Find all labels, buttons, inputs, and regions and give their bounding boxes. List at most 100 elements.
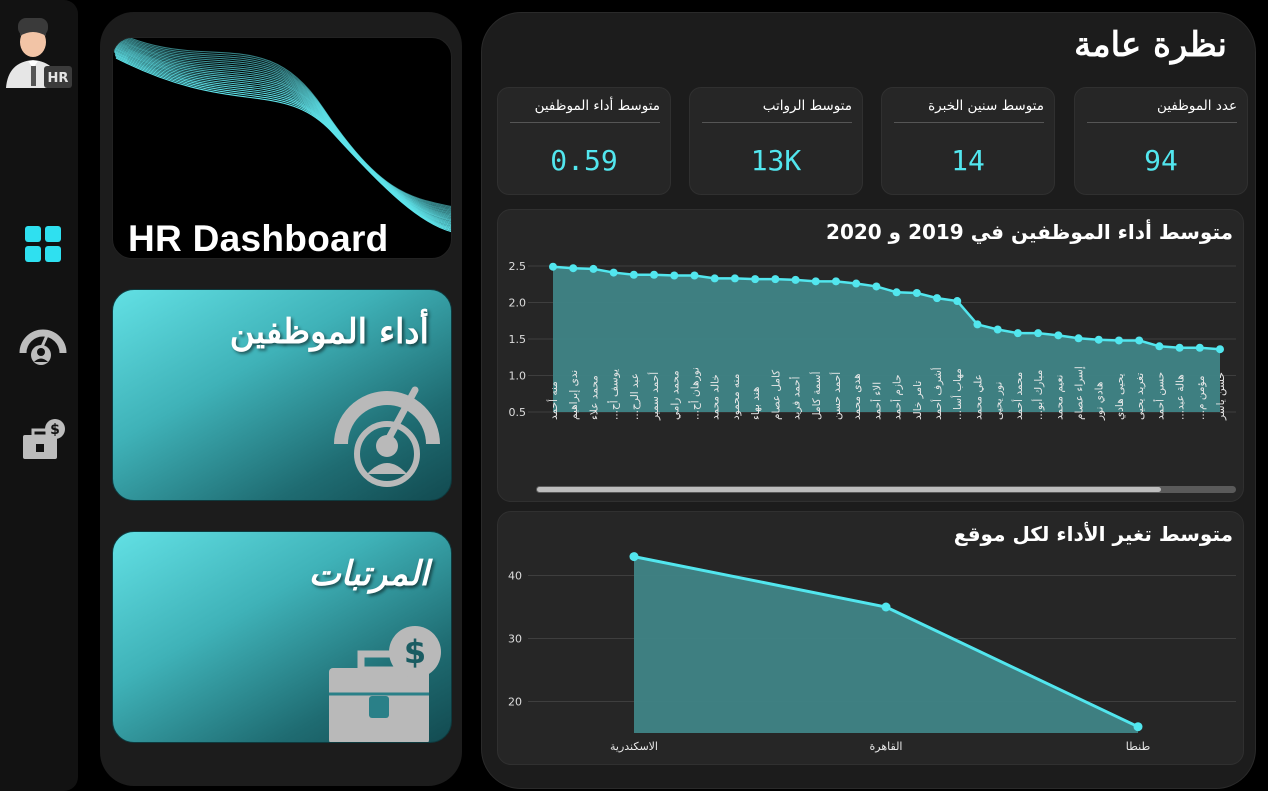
x-tick-label: منه أحمد xyxy=(546,381,560,420)
salaries-card[interactable]: المرتبات $ xyxy=(112,531,452,743)
x-tick-label: أسمة كامل xyxy=(809,371,823,420)
data-point xyxy=(1175,343,1184,352)
x-tick-label: أحمد فريد xyxy=(789,376,803,420)
x-tick-label: تامر خالد xyxy=(912,381,924,420)
employee-performance-card[interactable]: أداء الموظفين xyxy=(112,289,452,501)
kpi-value: 94 xyxy=(1144,144,1178,177)
series-area xyxy=(634,556,1138,733)
salary-briefcase-icon: $ xyxy=(329,626,441,742)
x-tick-label: مهاب أسا... xyxy=(950,368,964,420)
x-tick-label: مبارك أبو... xyxy=(1031,370,1045,420)
data-point xyxy=(892,288,901,297)
data-point xyxy=(993,325,1002,334)
y-tick-label: 1.5 xyxy=(509,333,527,346)
data-point xyxy=(629,270,638,279)
data-point xyxy=(1195,343,1204,352)
performance-area-chart: 2.5 2.0 1.5 1.0 0.5 منه أحمد ندى إبراهيم محمد ع… xyxy=(509,260,1236,493)
y-tick-label: 0.5 xyxy=(509,406,527,419)
performance-gauge-icon xyxy=(334,386,440,487)
x-tick-label: منه محمود xyxy=(730,374,742,420)
data-point xyxy=(549,262,557,271)
x-tick-label: أحمد حسن xyxy=(829,372,843,420)
data-point xyxy=(609,268,618,277)
data-point xyxy=(1135,336,1144,345)
x-tick-label: مؤمن م... xyxy=(1195,375,1207,420)
x-tick-label: هالة عبد... xyxy=(1175,374,1187,420)
x-tick-label: يوسف أح... xyxy=(607,369,621,420)
banner-title: HR Dashboard xyxy=(128,218,389,259)
x-tick-label: عبد الرح... xyxy=(629,373,641,420)
x-tick-label: نورهان أح... xyxy=(687,367,701,420)
location-area-chart: 40 30 20 الاسكندرية القاهرة طنطا xyxy=(508,552,1236,753)
kpi-avg-performance: متوسط أداء الموظفين 0.59 xyxy=(497,87,671,195)
data-point xyxy=(881,602,891,612)
data-point xyxy=(1074,334,1083,343)
data-point xyxy=(1216,345,1224,354)
x-tick-label: الاسكندرية xyxy=(610,740,658,753)
kpi-label: عدد الموظفين xyxy=(1156,98,1237,114)
icon-sidebar: HR $ xyxy=(0,0,78,791)
x-tick-label: الاء أحمد xyxy=(869,382,883,420)
y-tick-label: 40 xyxy=(508,570,522,583)
svg-text:$: $ xyxy=(404,633,426,671)
data-point xyxy=(1114,336,1123,345)
data-point xyxy=(1155,342,1164,351)
wave-line xyxy=(115,56,451,231)
data-point xyxy=(690,271,699,280)
scrollbar-thumb[interactable] xyxy=(537,487,1161,492)
kpi-value: 0.59 xyxy=(550,144,618,177)
data-point xyxy=(730,274,739,283)
svg-text:$: $ xyxy=(50,422,60,438)
y-tick-label: 20 xyxy=(508,696,522,709)
x-tick-label: أشرف أحمد xyxy=(930,367,944,420)
data-point xyxy=(912,289,921,298)
kpi-label: متوسط أداء الموظفين xyxy=(534,98,660,114)
data-point xyxy=(1013,329,1022,338)
data-point xyxy=(953,297,962,306)
location-performance-chart: متوسط تغير الأداء لكل موقع 40 30 20 الاسكند… xyxy=(497,511,1244,765)
data-point xyxy=(811,277,820,286)
x-tick-label: إسراء عصام xyxy=(1074,366,1086,420)
x-tick-label: خالد محمد xyxy=(710,374,722,420)
x-tick-label: هادي نور xyxy=(1094,382,1106,421)
data-point xyxy=(710,274,719,283)
avatar-badge-text: HR xyxy=(48,71,69,86)
x-tick-label: محمد علاء xyxy=(588,375,600,420)
data-point xyxy=(852,279,861,288)
wave-line xyxy=(125,38,451,209)
data-point xyxy=(1034,329,1043,338)
kpi-avg-experience: متوسط سنين الخبرة 14 xyxy=(881,87,1055,195)
data-point xyxy=(650,270,659,279)
x-tick-label: محمد رامي xyxy=(669,370,681,420)
x-tick-label: ندى إبراهيم xyxy=(568,370,580,420)
data-point xyxy=(771,275,780,284)
avatar[interactable]: HR xyxy=(4,16,74,90)
dashboard-banner: HR Dashboard xyxy=(112,37,452,259)
kpi-avg-salary: متوسط الرواتب 13K xyxy=(689,87,863,195)
x-tick-label: هدى محمد xyxy=(851,373,863,420)
data-point xyxy=(1054,331,1063,340)
x-tick-label: حسن ياسر xyxy=(1215,372,1227,421)
x-tick-label: حازم أحمد xyxy=(890,374,904,420)
x-tick-label: نور يحيى xyxy=(993,382,1005,420)
y-tick-label: 2.5 xyxy=(509,260,527,273)
overview-panel: نظرة عامة عدد الموظفين 94 متوسط سنين الخ… xyxy=(481,12,1256,789)
x-tick-label: القاهرة xyxy=(870,740,903,753)
data-point xyxy=(629,552,639,562)
performance-gauge-icon[interactable] xyxy=(18,322,68,372)
salary-briefcase-icon[interactable]: $ xyxy=(18,416,68,466)
kpi-label: متوسط الرواتب xyxy=(762,98,852,114)
x-tick-label: تغريد يحيى xyxy=(1134,373,1146,420)
kpi-employee-count: عدد الموظفين 94 xyxy=(1074,87,1248,195)
data-point xyxy=(569,264,578,273)
dashboard-grid-icon[interactable] xyxy=(18,219,68,269)
x-tick-label: طنطا xyxy=(1126,740,1151,753)
salaries-card-title: المرتبات xyxy=(308,554,429,594)
kpi-value: 13K xyxy=(750,144,802,177)
x-tick-label: نعيم محمد xyxy=(1053,375,1065,420)
x-tick-label: حسن أحمد xyxy=(1152,372,1166,420)
kpi-label: متوسط سنين الخبرة xyxy=(928,98,1044,114)
x-tick-label: أحمد سمير xyxy=(647,372,661,421)
kpi-value: 14 xyxy=(951,144,985,177)
left-panel: HR Dashboard أداء الموظفين المرتبات $ xyxy=(100,12,462,786)
